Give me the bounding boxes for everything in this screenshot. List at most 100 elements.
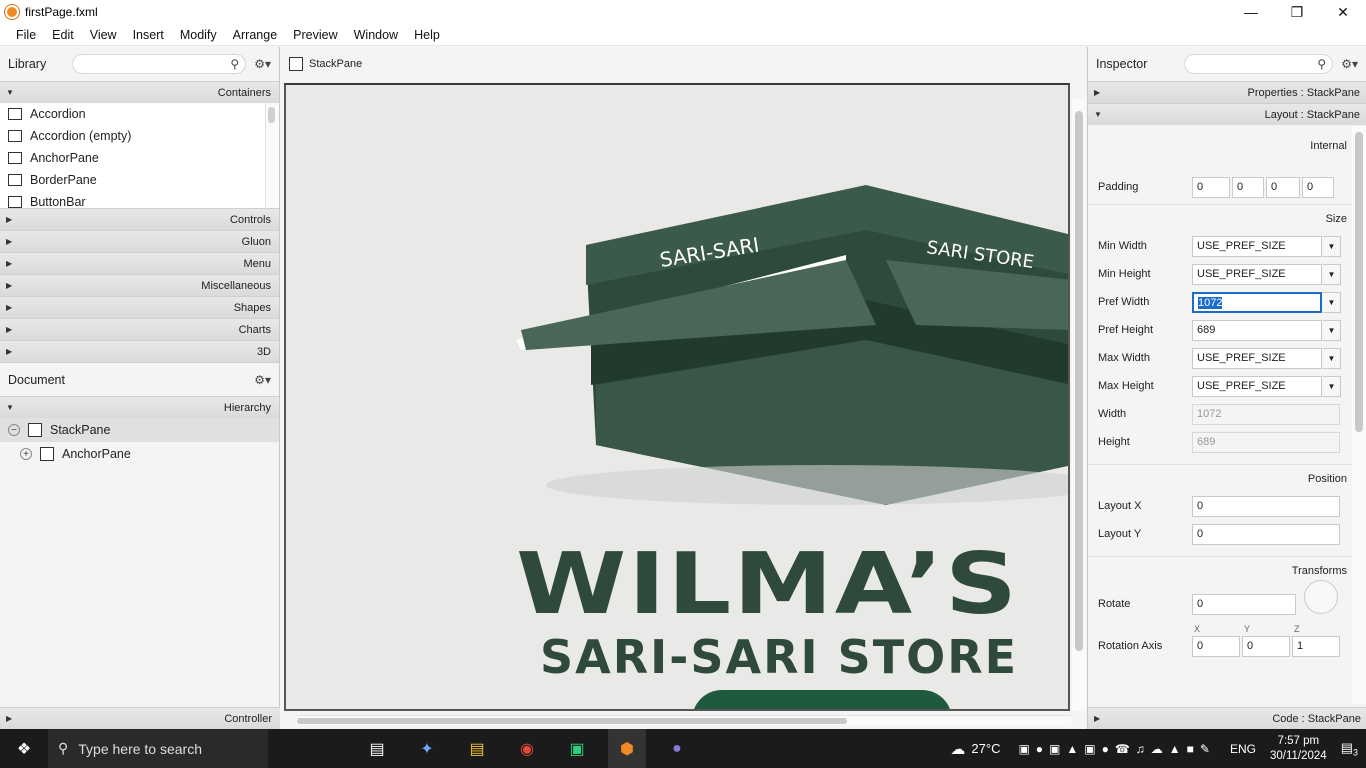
menu-help[interactable]: Help <box>406 24 448 46</box>
width-field: 1072 <box>1192 403 1340 425</box>
canvas-vertical-scrollbar[interactable] <box>1072 99 1086 711</box>
menu-modify[interactable]: Modify <box>172 24 225 46</box>
section-properties[interactable]: ▶ Properties : StackPane <box>1088 81 1366 103</box>
gear-icon[interactable]: ⚙▾ <box>254 57 271 71</box>
list-item-anchorpane[interactable]: AnchorPane <box>0 147 279 169</box>
rotation-axis-x-input[interactable]: 0 <box>1192 635 1240 657</box>
max-height-combo[interactable]: USE_PREF_SIZE <box>1192 375 1322 397</box>
menu-arrange[interactable]: Arrange <box>225 24 285 46</box>
inspector-scrollbar[interactable] <box>1352 126 1366 704</box>
max-height-row: Max Height USE_PREF_SIZE ▼ <box>1088 372 1353 400</box>
restore-button[interactable]: ❐ <box>1274 0 1320 24</box>
temperature[interactable]: 27°C <box>971 741 1000 756</box>
min-width-combo[interactable]: USE_PREF_SIZE <box>1192 235 1322 257</box>
menu-preview[interactable]: Preview <box>285 24 345 46</box>
inspector-search-input[interactable]: ⚲ <box>1184 54 1334 74</box>
pref-width-combo[interactable]: 1072 <box>1192 291 1322 313</box>
rotate-row: Rotate 0 <box>1088 580 1353 624</box>
list-item-accordion[interactable]: Accordion <box>0 103 279 125</box>
section-hierarchy[interactable]: ▼ Hierarchy <box>0 396 279 418</box>
canvas-horizontal-scrollbar[interactable] <box>295 715 1071 725</box>
scroll-thumb[interactable] <box>297 718 847 724</box>
padding-bottom-input[interactable]: 0 <box>1266 176 1300 198</box>
section-layout[interactable]: ▼ Layout : StackPane <box>1088 103 1366 125</box>
anchor-icon <box>40 447 54 461</box>
section-shapes[interactable]: ▶ Shapes <box>0 296 279 318</box>
scroll-thumb[interactable] <box>1075 111 1083 651</box>
axis-y-header: Y <box>1244 624 1251 634</box>
chevron-down-icon[interactable]: ▼ <box>1323 347 1341 369</box>
section-label: Layout : StackPane <box>1264 108 1360 121</box>
gear-icon[interactable]: ⚙▾ <box>1341 57 1358 71</box>
design-canvas[interactable]: SARI-SARI SARI STORE WILMA’S SARI-SARI S… <box>284 83 1070 711</box>
section-label: Menu <box>243 257 271 270</box>
section-charts[interactable]: ▶ Charts <box>0 318 279 340</box>
window-title: firstPage.fxml <box>25 5 98 19</box>
expand-icon[interactable]: + <box>20 448 32 460</box>
pycharm-icon[interactable]: ▣ <box>558 729 596 768</box>
pref-height-combo[interactable]: 689 <box>1192 319 1322 341</box>
rotation-axis-y-input[interactable]: 0 <box>1242 635 1290 657</box>
chevron-down-icon[interactable]: ▼ <box>1323 319 1341 341</box>
padding-top-input[interactable]: 0 <box>1192 176 1230 198</box>
max-width-combo[interactable]: USE_PREF_SIZE <box>1192 347 1322 369</box>
list-item-borderpane[interactable]: BorderPane <box>0 169 279 191</box>
layout-x-input[interactable]: 0 <box>1192 495 1340 517</box>
section-controller[interactable]: ▶ Controller <box>0 707 280 729</box>
menu-bar: File Edit View Insert Modify Arrange Pre… <box>0 24 1366 46</box>
tray-icons[interactable]: ▣●▣▲▣●☎♫☁▲■✎ <box>1018 742 1216 756</box>
menu-edit[interactable]: Edit <box>44 24 82 46</box>
chevron-down-icon[interactable]: ▼ <box>1323 235 1341 257</box>
padding-left-input[interactable]: 0 <box>1302 176 1334 198</box>
list-item-accordion-empty[interactable]: Accordion (empty) <box>0 125 279 147</box>
chevron-down-icon[interactable]: ▼ <box>1323 291 1341 313</box>
taskbar-search-input[interactable]: ⚲ Type here to search <box>48 729 268 768</box>
rotation-axis-z-input[interactable]: 1 <box>1292 635 1340 657</box>
notification-icon[interactable]: ▤3 <box>1341 740 1358 758</box>
layout-y-input[interactable]: 0 <box>1192 523 1340 545</box>
chrome-icon[interactable]: ◉ <box>508 729 546 768</box>
menu-file[interactable]: File <box>8 24 44 46</box>
close-button[interactable]: ✕ <box>1320 0 1366 24</box>
section-3d[interactable]: ▶ 3D <box>0 340 279 362</box>
minimize-button[interactable]: — <box>1228 0 1274 24</box>
section-menu[interactable]: ▶ Menu <box>0 252 279 274</box>
list-scrollbar[interactable] <box>265 103 279 208</box>
rotate-input[interactable]: 0 <box>1192 593 1296 615</box>
scroll-thumb[interactable] <box>268 107 275 123</box>
clock[interactable]: 7:57 pm 30/11/2024 <box>1256 734 1341 764</box>
eclipse-icon[interactable]: ● <box>658 729 696 768</box>
menu-window[interactable]: Window <box>346 24 406 46</box>
task-view-icon[interactable]: ▤ <box>358 729 396 768</box>
scene-builder-icon[interactable]: ⬢ <box>608 729 646 768</box>
section-gluon[interactable]: ▶ Gluon <box>0 230 279 252</box>
row-label: Layout Y <box>1098 528 1142 540</box>
title-bar: firstPage.fxml — ❐ ✕ <box>0 0 1366 24</box>
gear-icon[interactable]: ⚙▾ <box>254 373 271 387</box>
rotate-dial[interactable] <box>1304 580 1338 614</box>
section-containers[interactable]: ▼ Containers <box>0 81 279 103</box>
weather-icon[interactable]: ☁ <box>950 740 965 758</box>
breadcrumb-item[interactable]: StackPane <box>309 58 362 70</box>
scroll-thumb[interactable] <box>1355 132 1363 432</box>
copilot-icon[interactable]: ✦ <box>408 729 446 768</box>
collapse-icon[interactable]: − <box>8 424 20 436</box>
tree-item-stackpane[interactable]: − StackPane <box>0 418 279 442</box>
list-item-buttonbar[interactable]: ButtonBar <box>0 191 279 208</box>
section-miscellaneous[interactable]: ▶ Miscellaneous <box>0 274 279 296</box>
padding-right-input[interactable]: 0 <box>1232 176 1264 198</box>
store-image: SARI-SARI SARI STORE <box>516 185 1068 505</box>
chevron-down-icon[interactable]: ▼ <box>1323 375 1341 397</box>
section-controls[interactable]: ▶ Controls <box>0 208 279 230</box>
file-explorer-icon[interactable]: ▤ <box>458 729 496 768</box>
menu-view[interactable]: View <box>82 24 125 46</box>
library-search-input[interactable]: ⚲ <box>72 54 247 74</box>
windows-start-icon[interactable]: ❖ <box>0 729 48 768</box>
section-code[interactable]: ▶ Code : StackPane <box>1088 707 1366 729</box>
chevron-down-icon[interactable]: ▼ <box>1323 263 1341 285</box>
language-indicator[interactable]: ENG <box>1230 742 1256 756</box>
tree-item-anchorpane[interactable]: + AnchorPane <box>0 442 279 466</box>
min-height-combo[interactable]: USE_PREF_SIZE <box>1192 263 1322 285</box>
section-label: 3D <box>256 345 271 358</box>
menu-insert[interactable]: Insert <box>125 24 172 46</box>
